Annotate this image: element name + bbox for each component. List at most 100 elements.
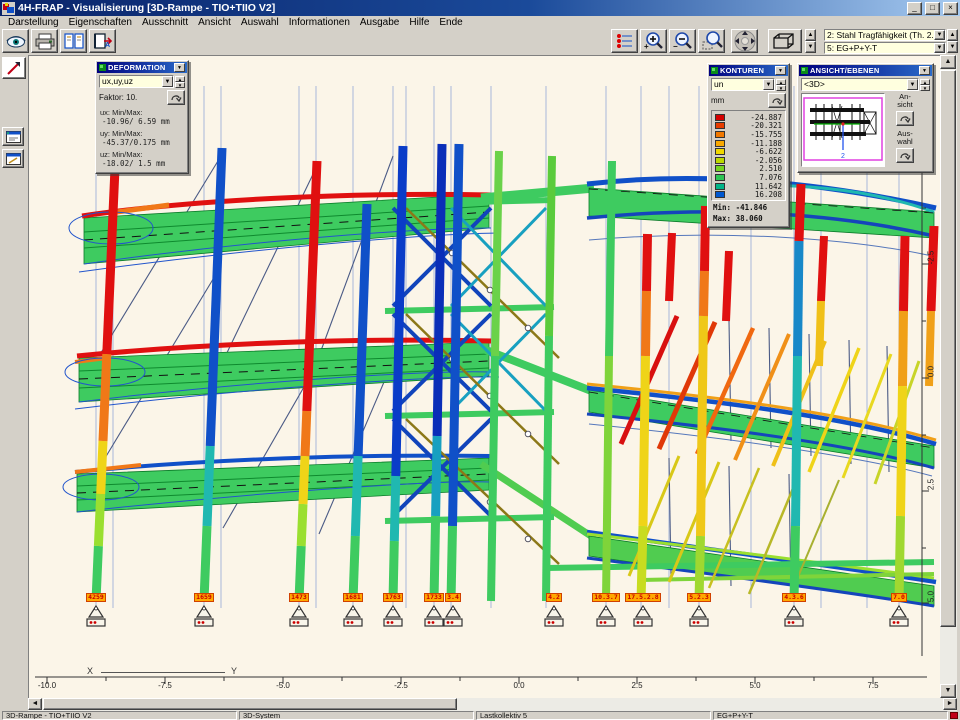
- deformation-minmax-list: ux: Min/Max:-10.96/ 6.59 mm uy: Min/Max:-…: [97, 108, 187, 172]
- konturen-panel-titlebar[interactable]: KONTUREN ▼: [709, 65, 788, 76]
- konturen-combo[interactable]: un ▼: [711, 78, 775, 91]
- color-swatch: [715, 165, 725, 172]
- konturen-spinner[interactable]: ▲▼: [776, 79, 786, 91]
- catalog-icon: [63, 32, 85, 50]
- result-combo[interactable]: 2: Stahl Tragfähigkeit (Th. 2. O ▼: [824, 29, 946, 41]
- ansicht-panel-titlebar[interactable]: ANSICHT/EBENEN ▼: [799, 65, 932, 76]
- ansicht-panel[interactable]: ANSICHT/EBENEN ▼ <3D> ▼ ▲▼: [797, 63, 934, 173]
- color-swatch: [715, 157, 725, 164]
- loadcase-combo[interactable]: 5: EG+P+Y-T ▼: [824, 42, 946, 54]
- status-segment: Lastkollektiv 5: [476, 711, 711, 720]
- deformation-row-value: -10.96/ 6.59 mm: [100, 117, 185, 126]
- support-reaction-badge: 3.4: [445, 593, 461, 602]
- deformation-combo[interactable]: ux,uy,uz ▼: [99, 75, 174, 88]
- minimize-button[interactable]: _: [907, 2, 922, 15]
- color-swatch: [715, 183, 725, 190]
- view-panel-spinner[interactable]: ▲▼: [920, 79, 930, 91]
- deformation-panel[interactable]: DEFORMATION ▼ ux,uy,uz ▼ ▲▼ Faktor: 10. …: [95, 60, 189, 174]
- support-reaction-badge: 4259: [86, 593, 106, 602]
- konturen-panel[interactable]: KONTUREN ▼ un ▼ ▲▼ mm -24.887-20.321-15.…: [707, 63, 790, 228]
- zoom-window-button[interactable]: [698, 29, 725, 53]
- preview-button[interactable]: [2, 29, 29, 53]
- y-tick-label: -2.5: [927, 247, 936, 269]
- panel-icon: [99, 64, 106, 71]
- deformation-minmax-row: uz: Min/Max:-18.02/ 1.5 mm: [100, 150, 185, 168]
- exit-button[interactable]: A: [89, 29, 116, 53]
- window-edit-button[interactable]: [2, 149, 24, 168]
- menu-item-ausschnitt[interactable]: Ausschnitt: [137, 17, 193, 28]
- spinner-down-icon[interactable]: ▼: [947, 41, 958, 53]
- menu-item-eigenschaften[interactable]: Eigenschaften: [64, 17, 137, 28]
- support-triangle-icon: [588, 604, 624, 630]
- color-scale-row: 7.076: [715, 173, 783, 182]
- zoom-out-button[interactable]: −: [669, 29, 696, 53]
- chevron-down-icon[interactable]: ▼: [907, 79, 918, 90]
- color-swatch: [715, 191, 725, 198]
- horizontal-scrollbar[interactable]: ◄ ►: [28, 698, 957, 711]
- x-tick-label: -5.0: [268, 681, 298, 690]
- view-3d-box-icon: [770, 31, 800, 51]
- result-combo-value: 2: Stahl Tragfähigkeit (Th. 2. O: [827, 30, 943, 40]
- deformation-minmax-row: ux: Min/Max:-10.96/ 6.59 mm: [100, 108, 185, 126]
- maximize-button[interactable]: □: [925, 2, 940, 15]
- support-symbol: 1763: [373, 586, 413, 630]
- zoom-in-button[interactable]: +: [640, 29, 667, 53]
- scroll-up-icon[interactable]: ▲: [940, 55, 956, 69]
- vertical-scrollbar[interactable]: ▲ ▼: [940, 55, 957, 698]
- chevron-down-icon[interactable]: ▼: [934, 30, 945, 40]
- apply-arrow-icon: [899, 114, 911, 123]
- panel-collapse-icon[interactable]: ▼: [919, 66, 930, 75]
- view-spinner[interactable]: ▲▼: [805, 29, 816, 53]
- numbering-button[interactable]: [611, 29, 638, 53]
- deformation-panel-titlebar[interactable]: DEFORMATION ▼: [97, 62, 187, 73]
- color-swatch: [715, 114, 725, 121]
- ansicht-apply-button[interactable]: [896, 111, 914, 126]
- view-preview[interactable]: 2: [801, 93, 885, 167]
- panel-collapse-icon[interactable]: ▼: [775, 66, 786, 75]
- spinner-up-icon[interactable]: ▲: [805, 29, 816, 41]
- close-button[interactable]: ×: [943, 2, 958, 15]
- vertical-scroll-thumb[interactable]: [940, 70, 956, 627]
- support-symbol: 10.3.7: [586, 586, 626, 630]
- window-3d-button[interactable]: [2, 127, 24, 146]
- support-triangle-icon: [881, 604, 917, 630]
- deformation-minmax-row: uy: Min/Max:-45.37/0.175 mm: [100, 129, 185, 147]
- catalog-button[interactable]: [60, 29, 87, 53]
- view-combo[interactable]: <3D> ▼: [801, 78, 919, 91]
- menu-item-darstellung[interactable]: Darstellung: [3, 17, 64, 28]
- scroll-right-icon[interactable]: ►: [943, 698, 957, 710]
- support-reaction-badge: 1681: [343, 593, 363, 602]
- loadcase-spinner[interactable]: ▲▼: [947, 29, 958, 53]
- menu-item-hilfe[interactable]: Hilfe: [404, 17, 434, 28]
- scroll-left-icon[interactable]: ◄: [28, 698, 42, 710]
- scroll-down-icon[interactable]: ▼: [940, 684, 956, 698]
- spinner-up-icon[interactable]: ▲: [947, 29, 958, 41]
- chevron-down-icon[interactable]: ▼: [934, 43, 945, 53]
- status-segment: 3D-Rampe - TIO+TIIO V2: [2, 711, 237, 720]
- support-reaction-badge: 10.3.7: [592, 593, 619, 602]
- support-reaction-badge: 4.3.6: [782, 593, 806, 602]
- pan-button[interactable]: [731, 29, 758, 53]
- chevron-down-icon[interactable]: ▼: [162, 76, 173, 87]
- horizontal-scroll-thumb[interactable]: [43, 698, 457, 710]
- menu-item-auswahl[interactable]: Auswahl: [236, 17, 284, 28]
- menu-item-ausgabe[interactable]: Ausgabe: [355, 17, 404, 28]
- auswahl-apply-button[interactable]: [896, 148, 914, 163]
- y-tick-label: 0.0: [927, 361, 936, 383]
- chevron-down-icon[interactable]: ▼: [763, 79, 774, 90]
- menu-item-informationen[interactable]: Informationen: [284, 17, 355, 28]
- apply-deformation-button[interactable]: [167, 90, 185, 105]
- color-swatch: [715, 122, 725, 129]
- apply-konturen-button[interactable]: [768, 93, 786, 108]
- print-button[interactable]: [31, 29, 58, 53]
- spinner-down-icon[interactable]: ▼: [805, 41, 816, 53]
- select-tool-button[interactable]: [2, 57, 26, 79]
- support-triangle-icon: [435, 604, 471, 630]
- support-symbol: 7.0: [879, 586, 919, 630]
- menu-item-ansicht[interactable]: Ansicht: [193, 17, 236, 28]
- deformation-spinner[interactable]: ▲▼: [175, 76, 185, 88]
- menu-item-ende[interactable]: Ende: [434, 17, 467, 28]
- support-symbol: 17.5.2.8: [623, 586, 663, 630]
- panel-collapse-icon[interactable]: ▼: [174, 63, 185, 72]
- view-3d-button[interactable]: [768, 29, 802, 53]
